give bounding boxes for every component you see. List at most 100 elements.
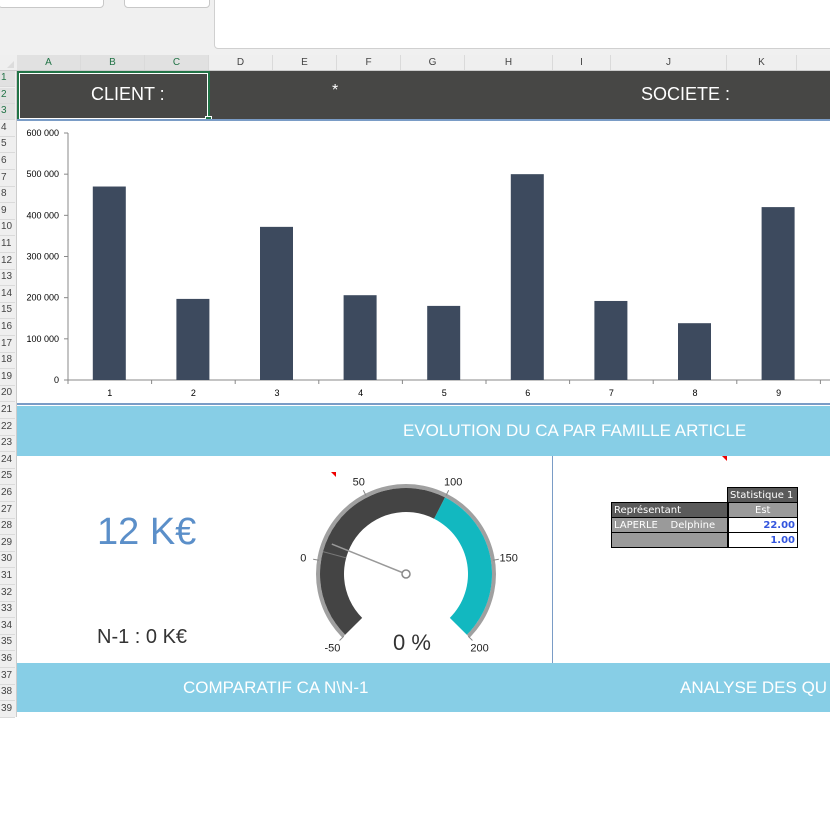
societe-label: SOCIETE : xyxy=(641,84,731,104)
bar-chart: 0 100 000 200 000 300 000 400 000 500 000 600 … xyxy=(26,128,830,398)
row-header[interactable]: 15 xyxy=(0,303,15,320)
column-header-b[interactable]: B xyxy=(81,55,145,70)
comment-indicator[interactable] xyxy=(722,456,727,461)
row-header[interactable]: 2 xyxy=(0,87,15,104)
row-header[interactable]: 23 xyxy=(0,436,15,453)
gauge-needle-pivot xyxy=(401,569,411,579)
row-header[interactable]: 8 xyxy=(0,187,15,204)
select-all-button[interactable] xyxy=(0,55,16,70)
x-tick-label: 3 xyxy=(274,388,279,398)
stats-row-name[interactable]: LAPERLE Delphine xyxy=(611,517,729,533)
bar xyxy=(594,300,628,380)
row-header[interactable]: 1 xyxy=(0,71,15,87)
row-headers: 1 2 3 4 5 6 7 8 9 10 11 12 13 14 15 16 17 18 19 20 21 22 23 24 2… xyxy=(0,71,17,718)
band-analyse-title: ANALYSE DES QU xyxy=(680,678,828,697)
y-tick-label: 400 000 xyxy=(26,210,59,220)
column-header-h[interactable]: H xyxy=(465,55,553,70)
row-header[interactable]: 3 xyxy=(0,104,15,121)
row-header[interactable]: 39 xyxy=(0,702,15,718)
column-header-e[interactable]: E xyxy=(273,55,337,70)
row-header[interactable]: 35 xyxy=(0,635,15,652)
band-evolution-title: EVOLUTION DU CA PAR FAMILLE ARTICLE xyxy=(403,421,747,440)
table-row: 1.00 xyxy=(611,532,798,548)
name-box[interactable] xyxy=(0,0,104,8)
y-tick-label: 100 000 xyxy=(26,334,59,344)
formula-bar[interactable] xyxy=(214,0,830,49)
y-tick-label: 0 xyxy=(54,375,59,385)
kpi-previous: N-1 : 0 K€ xyxy=(97,626,188,648)
row-header[interactable]: 28 xyxy=(0,519,15,536)
row-header[interactable]: 16 xyxy=(0,320,15,336)
row-header[interactable]: 31 xyxy=(0,569,15,585)
y-tick-label: 600 000 xyxy=(26,128,59,138)
x-tick-label: 8 xyxy=(692,388,697,398)
bar xyxy=(343,295,377,380)
bar xyxy=(427,305,461,380)
row-header[interactable]: 27 xyxy=(0,503,15,519)
row-header[interactable]: 38 xyxy=(0,685,15,702)
gauge-tick-label: 50 xyxy=(353,476,365,488)
row-header[interactable]: 4 xyxy=(0,121,15,137)
bar xyxy=(761,207,795,380)
row-header[interactable]: 22 xyxy=(0,420,15,436)
row-header[interactable]: 5 xyxy=(0,137,15,154)
row-header[interactable]: 24 xyxy=(0,453,15,469)
x-tick-label: 2 xyxy=(191,388,196,398)
gauge-tick-label: 200 xyxy=(470,643,488,655)
column-header-i[interactable]: I xyxy=(553,55,611,70)
row-header[interactable]: 21 xyxy=(0,403,15,419)
row-header[interactable]: 34 xyxy=(0,619,15,635)
column-header-k[interactable]: K xyxy=(727,55,797,70)
row-header[interactable]: 9 xyxy=(0,204,15,220)
row-header[interactable]: 19 xyxy=(0,370,15,386)
row-header[interactable]: 13 xyxy=(0,270,15,287)
row-header[interactable]: 30 xyxy=(0,552,15,569)
row-header[interactable]: 29 xyxy=(0,536,15,552)
x-tick-label: 9 xyxy=(776,388,781,398)
stats-title: Statistique 1 xyxy=(727,487,798,503)
formula-control[interactable] xyxy=(124,0,210,8)
stats-row-name[interactable] xyxy=(611,532,729,548)
row-header[interactable]: 25 xyxy=(0,469,15,486)
stats-row-value[interactable]: 22.00 xyxy=(727,517,798,533)
column-header-a[interactable]: A xyxy=(17,55,81,70)
row-header[interactable]: 20 xyxy=(0,386,15,403)
column-header-l[interactable] xyxy=(797,55,830,70)
selected-cell-client[interactable] xyxy=(17,71,212,123)
x-tick-label: 5 xyxy=(442,388,447,398)
row-header[interactable]: 14 xyxy=(0,287,15,303)
row-header[interactable]: 17 xyxy=(0,337,15,353)
section-divider xyxy=(552,456,553,663)
kpi-value: 12 K€ xyxy=(97,511,197,553)
column-header-j[interactable]: J xyxy=(611,55,727,70)
row-header[interactable]: 12 xyxy=(0,254,15,270)
band-bottom: COMPARATIF CA N\N-1 ANALYSE DES QU xyxy=(17,663,830,712)
row-header[interactable]: 37 xyxy=(0,669,15,685)
row-header[interactable]: 6 xyxy=(0,154,15,170)
band-comparatif-title: COMPARATIF CA N\N-1 xyxy=(183,678,369,697)
row-header[interactable]: 32 xyxy=(0,586,15,602)
row-header[interactable]: 18 xyxy=(0,353,15,370)
column-header-d[interactable]: D xyxy=(209,55,273,70)
gauge-band-dark xyxy=(320,488,446,635)
gauge-tick-label: 0 xyxy=(300,553,306,565)
gauge-tick-label: 150 xyxy=(500,553,518,565)
row-header[interactable]: 10 xyxy=(0,220,15,237)
column-header-g[interactable]: G xyxy=(401,55,465,70)
row-header[interactable]: 36 xyxy=(0,652,15,668)
column-header-c[interactable]: C xyxy=(145,55,209,70)
bar xyxy=(176,298,210,380)
y-tick-label: 200 000 xyxy=(26,293,59,303)
bar xyxy=(678,323,711,380)
column-header-f[interactable]: F xyxy=(337,55,401,70)
gauge-tick-label: 100 xyxy=(444,476,462,488)
row-header[interactable]: 11 xyxy=(0,237,15,253)
row-header[interactable]: 26 xyxy=(0,486,15,502)
x-tick-label: 4 xyxy=(358,388,363,398)
stats-table: Statistique 1 Représentant Est LAPERLE D… xyxy=(611,487,798,548)
stats-row-value[interactable]: 1.00 xyxy=(727,532,798,548)
row-header[interactable]: 7 xyxy=(0,171,15,187)
row-header[interactable]: 33 xyxy=(0,602,15,619)
x-tick-label: 1 xyxy=(107,388,112,398)
chart-container[interactable]: 0 100 000 200 000 300 000 400 000 500 000 600 … xyxy=(17,119,830,405)
